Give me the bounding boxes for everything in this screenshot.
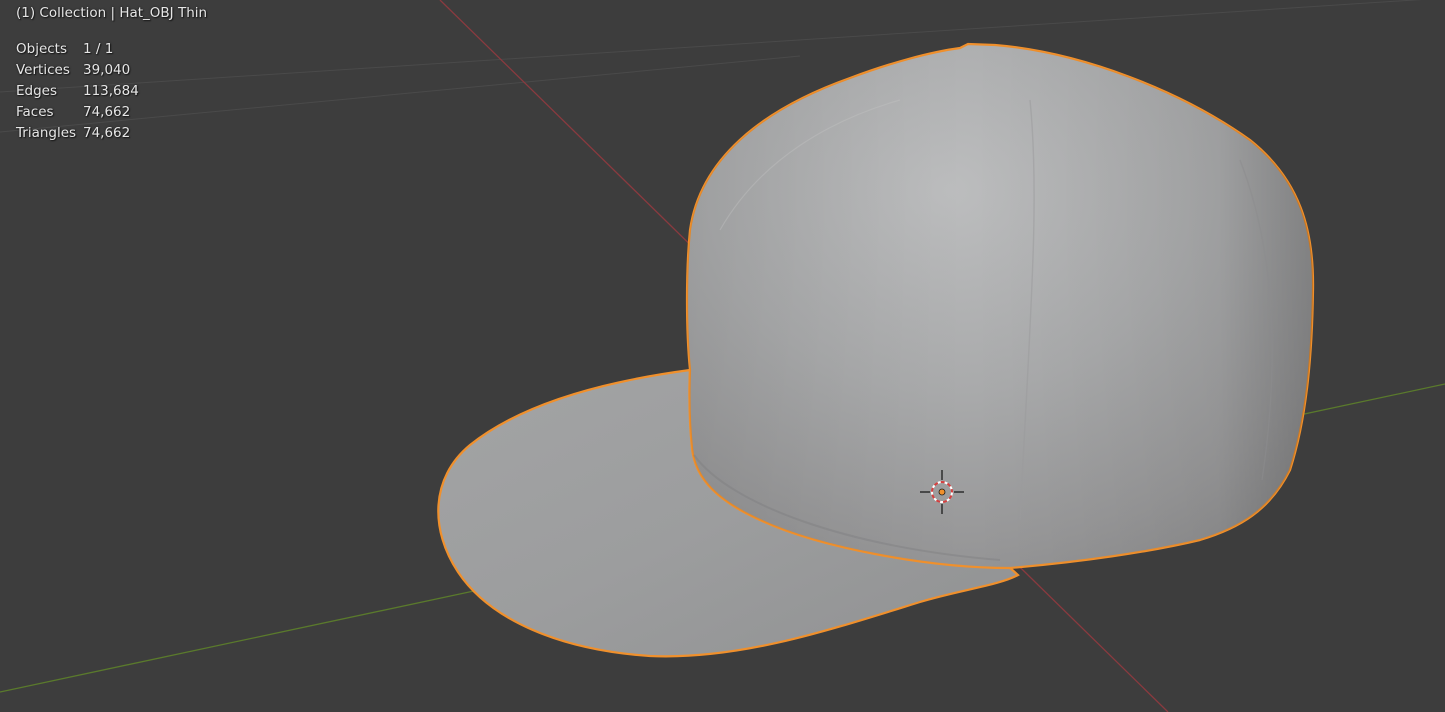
floor-grid [0, 0, 1422, 133]
scene-canvas[interactable] [0, 0, 1445, 712]
3d-viewport[interactable]: (1) Collection | Hat_OBJ Thin Objects 1 … [0, 0, 1445, 712]
stat-row-faces: Faces 74,662 [16, 102, 139, 123]
stat-label: Faces [16, 104, 54, 120]
stat-value: 39,040 [83, 62, 131, 78]
hat-mesh[interactable] [437, 42, 1315, 658]
stat-value: 74,662 [83, 104, 131, 120]
viewport-header-text: (1) Collection | Hat_OBJ Thin [16, 5, 208, 21]
stat-row-triangles: Triangles 74,662 [16, 123, 139, 144]
stat-row-edges: Edges 113,684 [16, 81, 139, 102]
stat-row-vertices: Vertices 39,040 [16, 60, 139, 81]
stat-value: 74,662 [83, 125, 131, 141]
stat-label: Vertices [16, 62, 70, 78]
stat-value: 113,684 [83, 83, 139, 99]
hat-crown-shading [687, 44, 1314, 568]
scene-statistics: Objects 1 / 1 Vertices 39,040 Edges 113,… [16, 39, 139, 144]
stat-label: Objects [16, 41, 68, 57]
stat-row-objects: Objects 1 / 1 [16, 39, 139, 60]
stat-label: Edges [16, 83, 58, 99]
stat-value: 1 / 1 [83, 41, 114, 57]
stat-label: Triangles [16, 125, 77, 141]
